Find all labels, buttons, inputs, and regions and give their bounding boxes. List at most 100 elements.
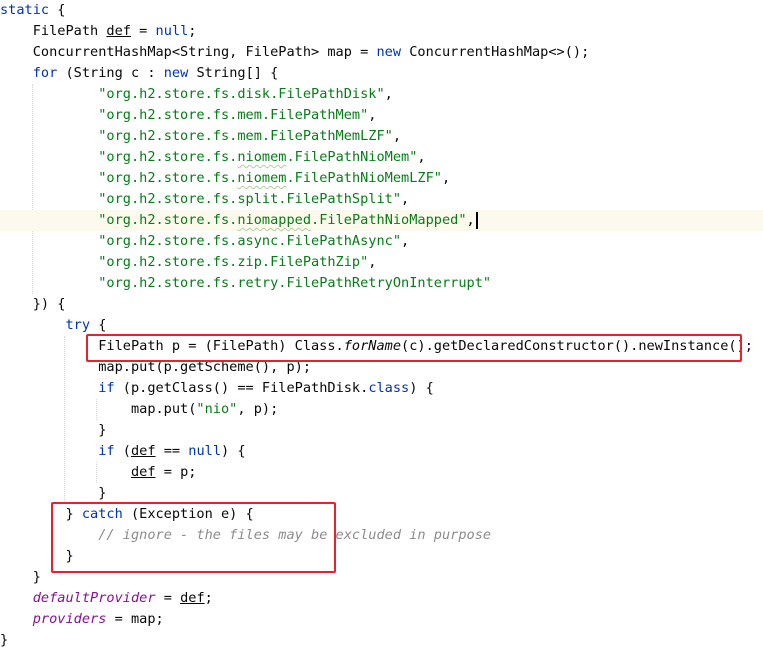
code-token: } [0,422,107,438]
code-token: = map; [106,611,164,627]
code-token: }) { [0,296,66,312]
code-token: = [155,590,181,606]
code-line[interactable]: if (def == null) { [0,441,763,462]
code-token: .FilePathNioMapped" [311,212,467,228]
code-line[interactable]: "org.h2.store.fs.disk.FilePathDisk", [0,84,763,105]
code-line[interactable]: }) { [0,294,763,315]
code-token: (String c : [57,65,164,81]
code-token: defaultProvider [32,590,156,606]
code-line[interactable]: try { [0,315,763,336]
code-token: ; [188,23,197,39]
code-token: "org.h2.store.fs.disk.FilePathDisk" [98,86,385,102]
code-token: , [368,254,377,270]
code-token: new [376,44,402,60]
code-token: niomapped [237,212,312,228]
code-line[interactable]: "org.h2.store.fs.niomem.FilePathNioMemLZ… [0,168,763,189]
code-token: niomem [237,149,287,165]
code-token: "org.h2.store.fs. [98,149,238,165]
code-token: == [155,443,189,459]
code-token: { [90,317,107,333]
code-token: , [441,170,451,186]
code-line[interactable]: "org.h2.store.fs.split.FilePathSplit", [0,189,763,210]
code-token: } [0,569,41,585]
code-line[interactable]: "org.h2.store.fs.zip.FilePathZip", [0,252,763,273]
code-line[interactable]: "org.h2.store.fs.retry.FilePathRetryOnIn… [0,273,763,294]
code-token: } [0,632,9,648]
code-token: , [466,212,475,228]
code-line[interactable]: FilePath def = null; [0,21,763,42]
code-token: def [106,23,131,39]
code-token: "nio" [196,401,238,417]
code-token: , [384,86,393,102]
code-line[interactable]: "org.h2.store.fs.niomem.FilePathNioMem", [0,147,763,168]
code-token: FilePath [0,23,107,39]
code-token: niomem [237,170,287,186]
code-token: class [368,380,410,396]
code-token: "org.h2.store.fs.mem.FilePathMemLZF" [98,128,393,144]
code-token: ( [114,443,131,459]
code-token: String[] { [188,65,279,81]
code-line[interactable]: "org.h2.store.fs.mem.FilePathMem", [0,105,763,126]
code-token: if [98,380,115,396]
code-line[interactable]: for (String c : new String[] { [0,63,763,84]
code-token: = [130,23,156,39]
code-token: , [401,191,410,207]
code-line[interactable]: "org.h2.store.fs.mem.FilePathMemLZF", [0,126,763,147]
code-line[interactable]: ConcurrentHashMap<String, FilePath> map … [0,42,763,63]
code-token: null [188,443,222,459]
code-token: "org.h2.store.fs.mem.FilePathMem" [98,107,369,123]
code-line[interactable]: if (p.getClass() == FilePathDisk.class) … [0,378,763,399]
code-token: new [163,65,189,81]
code-line[interactable]: static { [0,0,763,21]
code-token: , p); [237,401,279,417]
code-token: ) { [409,380,434,396]
code-token: providers [32,611,107,627]
code-token: "org.h2.store.fs.split.FilePathSplit" [98,191,402,207]
code-editor[interactable]: static { FilePath def = null; Concurrent… [0,0,763,650]
code-token: def [130,443,156,459]
code-token: } [0,485,107,501]
code-token: for [32,65,58,81]
code-token: ; [204,590,213,606]
code-line[interactable]: defaultProvider = def; [0,588,763,609]
code-token: .FilePathNioMem" [286,149,418,165]
code-token: , [417,149,426,165]
code-token: "org.h2.store.fs.retry.FilePathRetryOnIn… [98,275,492,291]
code-token: ConcurrentHashMap<String, FilePath> map … [0,44,377,60]
code-line[interactable]: providers = map; [0,609,763,630]
highlight-box-instantiation [86,334,742,362]
code-line[interactable]: } [0,630,763,651]
code-token: , [368,107,377,123]
code-token: ConcurrentHashMap<>(); [401,44,590,60]
code-token: "org.h2.store.fs. [98,212,238,228]
code-token: , [392,128,402,144]
code-token: try [65,317,91,333]
code-token: def [130,464,156,480]
code-line[interactable]: } [0,420,763,441]
code-line[interactable]: def = p; [0,462,763,483]
highlight-box-catch-block [51,502,336,573]
code-line[interactable]: "org.h2.store.fs.async.FilePathAsync", [0,231,763,252]
code-line[interactable]: map.put("nio", p); [0,399,763,420]
code-token: "org.h2.store.fs.zip.FilePathZip" [98,254,369,270]
code-line[interactable]: } [0,483,763,504]
code-line[interactable]: "org.h2.store.fs.niomapped.FilePathNioMa… [0,210,763,231]
code-token: = p; [155,464,197,480]
code-token: .FilePathNioMemLZF" [286,170,442,186]
text-caret [475,211,478,229]
code-token: static [0,2,50,18]
code-token: null [155,23,189,39]
code-token: { [49,2,66,18]
